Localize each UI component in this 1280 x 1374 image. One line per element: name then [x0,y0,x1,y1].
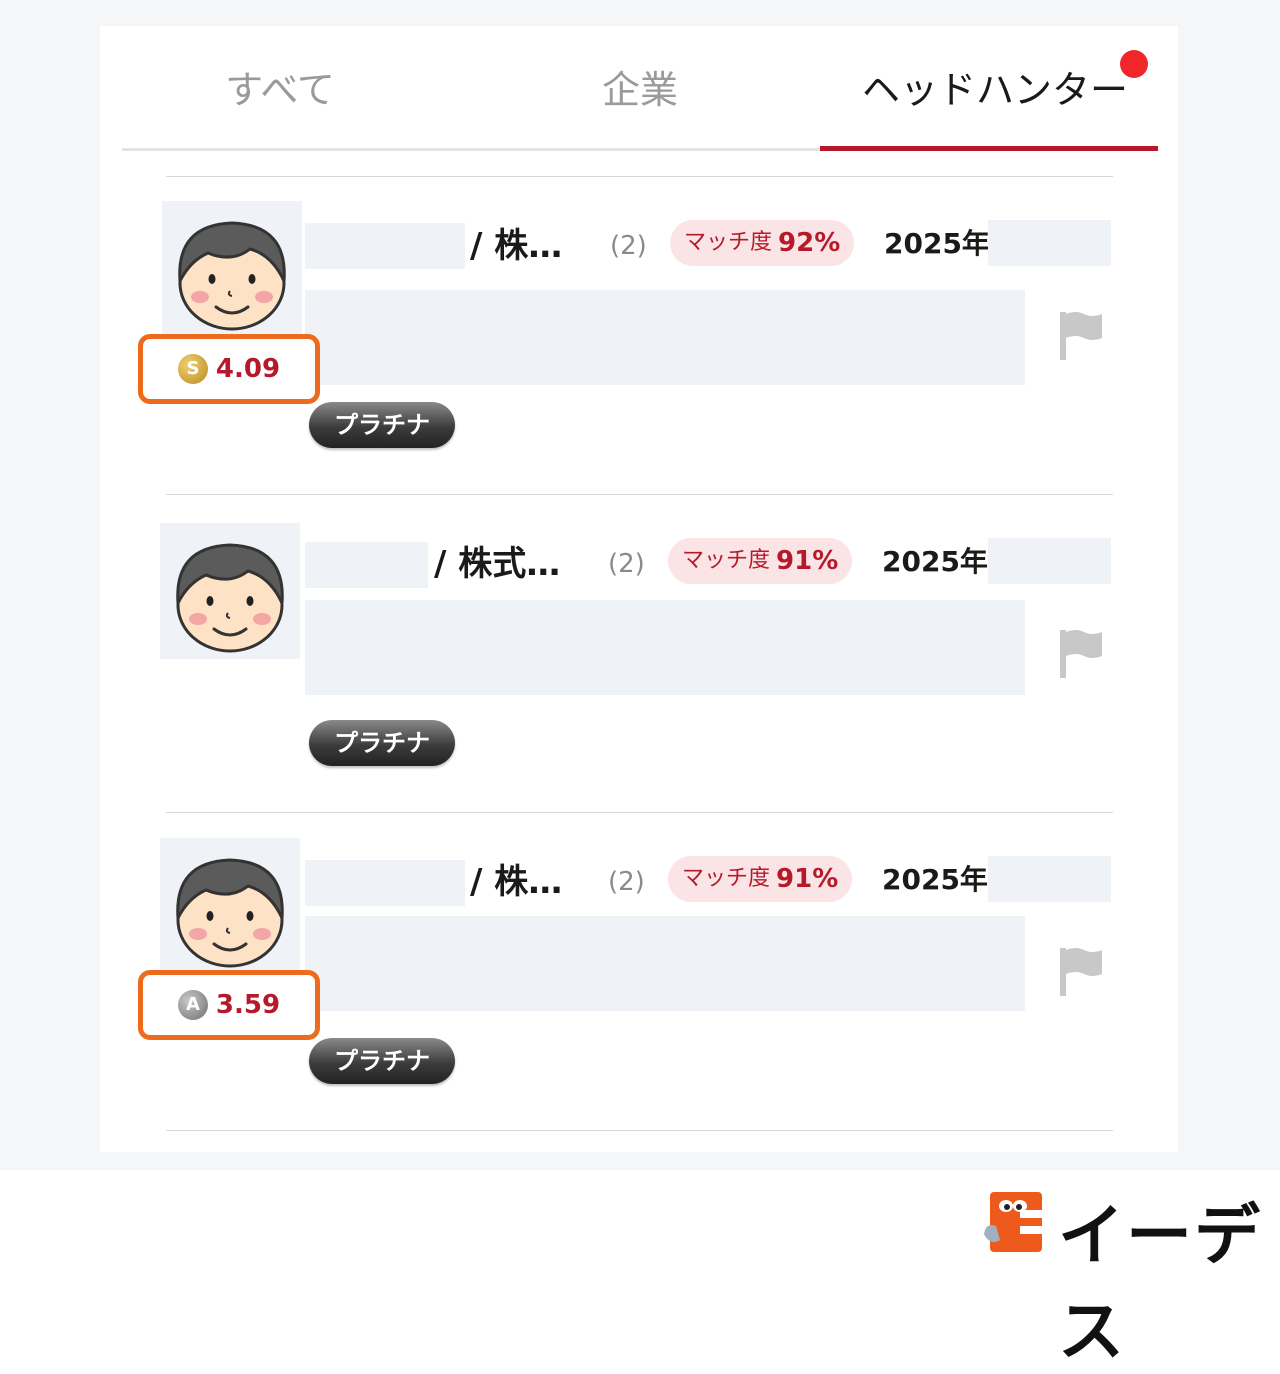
avatar [162,201,302,337]
redacted-name [305,223,465,269]
list-divider [166,494,1113,495]
redacted-date [988,220,1111,266]
platinum-badge: プラチナ [309,1038,455,1084]
face-icon [176,543,284,653]
year-label: 2025年 [884,227,990,260]
flag-icon[interactable] [1060,628,1104,678]
redacted-description [305,600,1025,695]
platinum-badge: プラチナ [309,402,455,448]
company-name[interactable]: / 株式… [434,540,560,588]
redacted-description [305,916,1025,1011]
match-badge: マッチ度 92% [670,220,855,266]
active-tab-indicator [820,146,1158,151]
face-icon [178,221,286,331]
platinum-badge: プラチナ [309,720,455,766]
match-label: マッチ度 [684,230,773,255]
rating-value: 3.59 [215,990,281,1020]
company-name[interactable]: / 株… [470,858,562,906]
avatar [160,838,300,974]
redacted-date [988,856,1111,902]
match-value: 92% [778,228,841,258]
review-count: (2) [608,549,645,579]
rating-value: 4.09 [215,354,281,384]
list-divider [166,176,1113,177]
rating-highlight: S 4.09 [138,334,320,404]
match-badge: マッチ度 91% [668,538,853,584]
list-divider [166,1130,1113,1131]
redacted-date [988,538,1111,584]
rating-highlight: A 3.59 [138,970,320,1040]
edes-logo-text: イーデス [1058,1197,1262,1370]
notification-dot [1120,50,1148,78]
match-label: マッチ度 [682,548,771,573]
year-label: 2025年 [882,863,988,896]
rank-s-icon: S [177,354,208,384]
flag-icon[interactable] [1060,310,1104,360]
match-value: 91% [776,546,839,576]
redacted-description [305,290,1025,385]
rank-a-icon: A [177,990,208,1020]
avatar [160,523,300,659]
redacted-name [305,860,465,906]
match-label: マッチ度 [682,866,771,891]
tab-headhunter[interactable]: ヘッドハンター [830,62,1160,118]
face-icon [176,858,284,968]
flag-icon[interactable] [1060,946,1104,996]
list-divider [166,812,1113,813]
redacted-name [305,542,428,588]
review-count: (2) [608,867,645,897]
tab-company[interactable]: 企業 [540,62,740,118]
tab-all[interactable]: すべて [180,62,380,118]
company-name[interactable]: / 株… [470,222,562,270]
edes-logo-icon [984,1192,1042,1252]
year-label: 2025年 [882,545,988,578]
match-value: 91% [776,864,839,894]
match-badge: マッチ度 91% [668,856,853,902]
review-count: (2) [610,231,647,261]
